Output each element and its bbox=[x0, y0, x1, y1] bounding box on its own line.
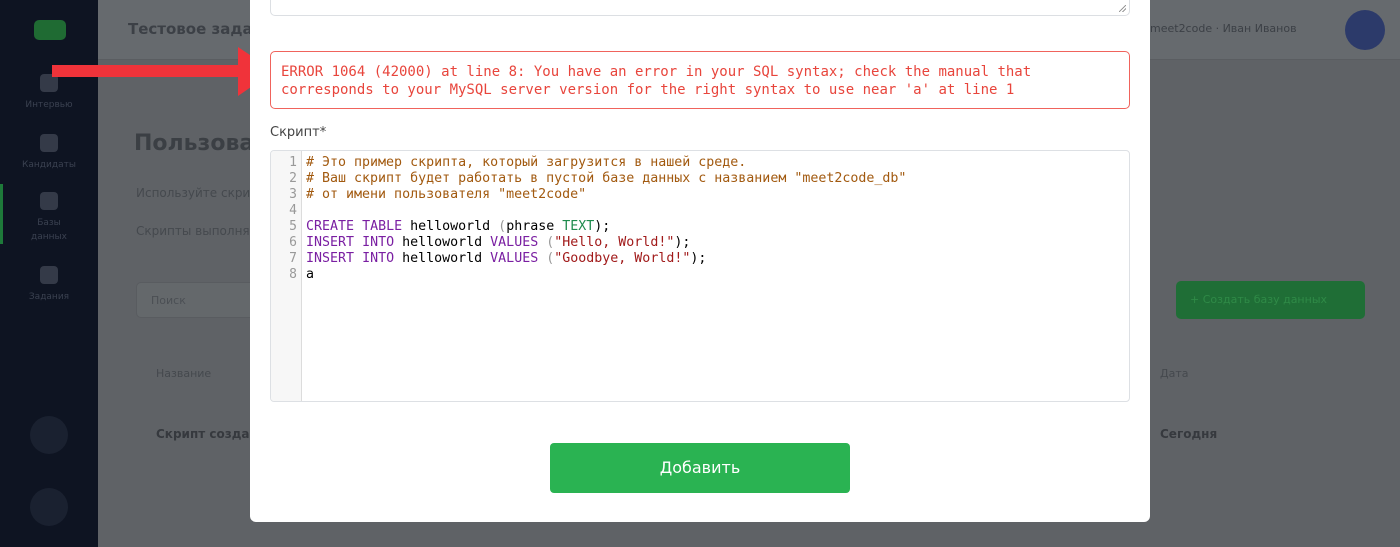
sql-keyword: TABLE bbox=[362, 219, 403, 234]
sql-error-alert: ERROR 1064 (42000) at line 8: You have a… bbox=[270, 51, 1130, 109]
settings-button[interactable] bbox=[30, 488, 68, 526]
table-header-name: Название bbox=[156, 367, 212, 380]
app-logo bbox=[34, 20, 66, 40]
sql-string: "Goodbye, World!" bbox=[554, 251, 691, 266]
help-button[interactable] bbox=[30, 416, 68, 454]
error-line: ERROR 1064 (42000) at line 8: You have a… bbox=[281, 64, 1032, 80]
database-icon bbox=[40, 192, 58, 210]
script-code-editor[interactable]: 1 2 3 4 5 6 7 8 # Это пример скрипта, ко… bbox=[270, 150, 1130, 402]
code-line-6: INSERT INTO helloworld VALUES ("Hello, W… bbox=[306, 235, 1129, 251]
sql-keyword: INTO bbox=[362, 235, 395, 250]
resize-grip-icon[interactable] bbox=[1119, 5, 1126, 12]
sidebar-item-label: Кандидаты bbox=[22, 160, 76, 170]
code-line-5: CREATE TABLE helloworld (phrase TEXT); bbox=[306, 219, 1129, 235]
line-number: 1 bbox=[289, 155, 297, 170]
search-input[interactable]: Поиск bbox=[136, 282, 256, 318]
sql-keyword: VALUES bbox=[490, 235, 539, 250]
paren: ); bbox=[690, 251, 707, 266]
code-line-8: a bbox=[306, 267, 315, 282]
description-textarea[interactable] bbox=[270, 0, 1130, 16]
sidebar-item-tasks[interactable]: Задания bbox=[0, 254, 98, 324]
error-line: corresponds to your MySQL server version… bbox=[281, 82, 1015, 98]
code-line-1: # Это пример скрипта, который загрузится… bbox=[306, 155, 747, 170]
table-identifier: helloworld bbox=[394, 251, 491, 266]
line-number: 8 bbox=[289, 267, 297, 282]
sidebar-item-databases[interactable]: Базы данных bbox=[0, 180, 98, 250]
annotation-arrow-icon bbox=[52, 47, 274, 96]
create-database-button[interactable]: + Создать базу данных bbox=[1176, 281, 1365, 319]
tasks-icon bbox=[40, 266, 58, 284]
paren: ); bbox=[674, 235, 691, 250]
line-number: 3 bbox=[289, 187, 297, 202]
line-number: 5 bbox=[289, 219, 297, 234]
sql-keyword: INSERT bbox=[306, 251, 355, 266]
table-row-date: Сегодня bbox=[1160, 427, 1218, 441]
line-number-gutter: 1 2 3 4 5 6 7 8 bbox=[271, 151, 302, 401]
sidebar-item-label-2: данных bbox=[31, 232, 67, 242]
line-number: 4 bbox=[289, 203, 297, 218]
code-line-3: # от имени пользователя "meet2code" bbox=[306, 187, 587, 202]
table-identifier: helloworld bbox=[394, 235, 491, 250]
sql-keyword: INTO bbox=[362, 251, 395, 266]
add-script-modal: ERROR 1064 (42000) at line 8: You have a… bbox=[250, 0, 1150, 522]
avatar[interactable] bbox=[1345, 10, 1385, 50]
column-identifier: phrase bbox=[506, 219, 563, 234]
line-number: 2 bbox=[289, 171, 297, 186]
sql-string: "Hello, World!" bbox=[554, 235, 675, 250]
sql-keyword: VALUES bbox=[490, 251, 539, 266]
top-bar-user[interactable]: meet2code · Иван Иванов bbox=[1150, 22, 1297, 35]
paren: ); bbox=[594, 219, 611, 234]
sidebar-item-label: Задания bbox=[28, 292, 70, 302]
sidebar-item-label: Базы bbox=[37, 218, 61, 228]
code-content[interactable]: # Это пример скрипта, который загрузится… bbox=[306, 155, 1129, 283]
code-line-2: # Ваш скрипт будет работать в пустой баз… bbox=[306, 171, 907, 186]
sql-type: TEXT bbox=[562, 219, 595, 234]
sql-keyword: INSERT bbox=[306, 235, 355, 250]
sql-keyword: CREATE bbox=[306, 219, 355, 234]
paren: ( bbox=[498, 219, 507, 234]
line-number: 7 bbox=[289, 251, 297, 266]
table-identifier: helloworld bbox=[402, 219, 499, 234]
candidates-icon bbox=[40, 134, 58, 152]
add-button[interactable]: Добавить bbox=[550, 443, 850, 493]
table-header-date: Дата bbox=[1160, 367, 1189, 380]
script-field-label: Скрипт* bbox=[270, 125, 327, 140]
code-line-7: INSERT INTO helloworld VALUES ("Goodbye,… bbox=[306, 251, 1129, 267]
line-number: 6 bbox=[289, 235, 297, 250]
